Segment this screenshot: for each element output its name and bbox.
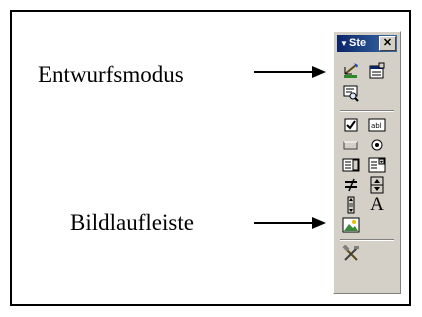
svg-text:abl: abl xyxy=(371,122,382,130)
combo-box-control-icon[interactable] xyxy=(368,156,386,174)
toolbar-separator xyxy=(340,110,394,112)
toolbar-title: Ste xyxy=(349,37,367,49)
list-box-control-icon[interactable] xyxy=(342,156,360,174)
arrow-to-scrollbar xyxy=(254,217,326,229)
checkbox-control-icon[interactable] xyxy=(342,116,360,134)
command-button-control-icon[interactable] xyxy=(342,136,360,154)
toolbar-titlebar[interactable]: ▼Ste ✕ xyxy=(337,35,397,52)
image-control-icon[interactable] xyxy=(342,216,360,234)
arrow-to-design-mode xyxy=(254,66,326,78)
control-toolbox: ▼Ste ✕ abl A xyxy=(333,31,401,294)
spin-button-control-icon[interactable] xyxy=(368,176,386,194)
close-button[interactable]: ✕ xyxy=(379,36,396,51)
toolbar-separator xyxy=(340,239,394,241)
properties-icon[interactable] xyxy=(368,62,386,80)
callout-design-mode: Entwurfsmodus xyxy=(38,62,184,87)
callout-scrollbar: Bildlaufleiste xyxy=(70,210,194,235)
scroll-bar-control-icon[interactable] xyxy=(342,196,360,214)
text-box-control-icon[interactable]: abl xyxy=(368,116,386,134)
toggle-button-control-icon[interactable] xyxy=(342,176,360,194)
option-button-control-icon[interactable] xyxy=(368,136,386,154)
label-control-icon[interactable]: A xyxy=(368,195,386,214)
more-controls-icon[interactable] xyxy=(342,245,360,263)
chevron-down-icon[interactable]: ▼ xyxy=(339,35,349,52)
design-mode-icon[interactable] xyxy=(342,62,360,80)
view-code-icon[interactable] xyxy=(342,84,360,102)
